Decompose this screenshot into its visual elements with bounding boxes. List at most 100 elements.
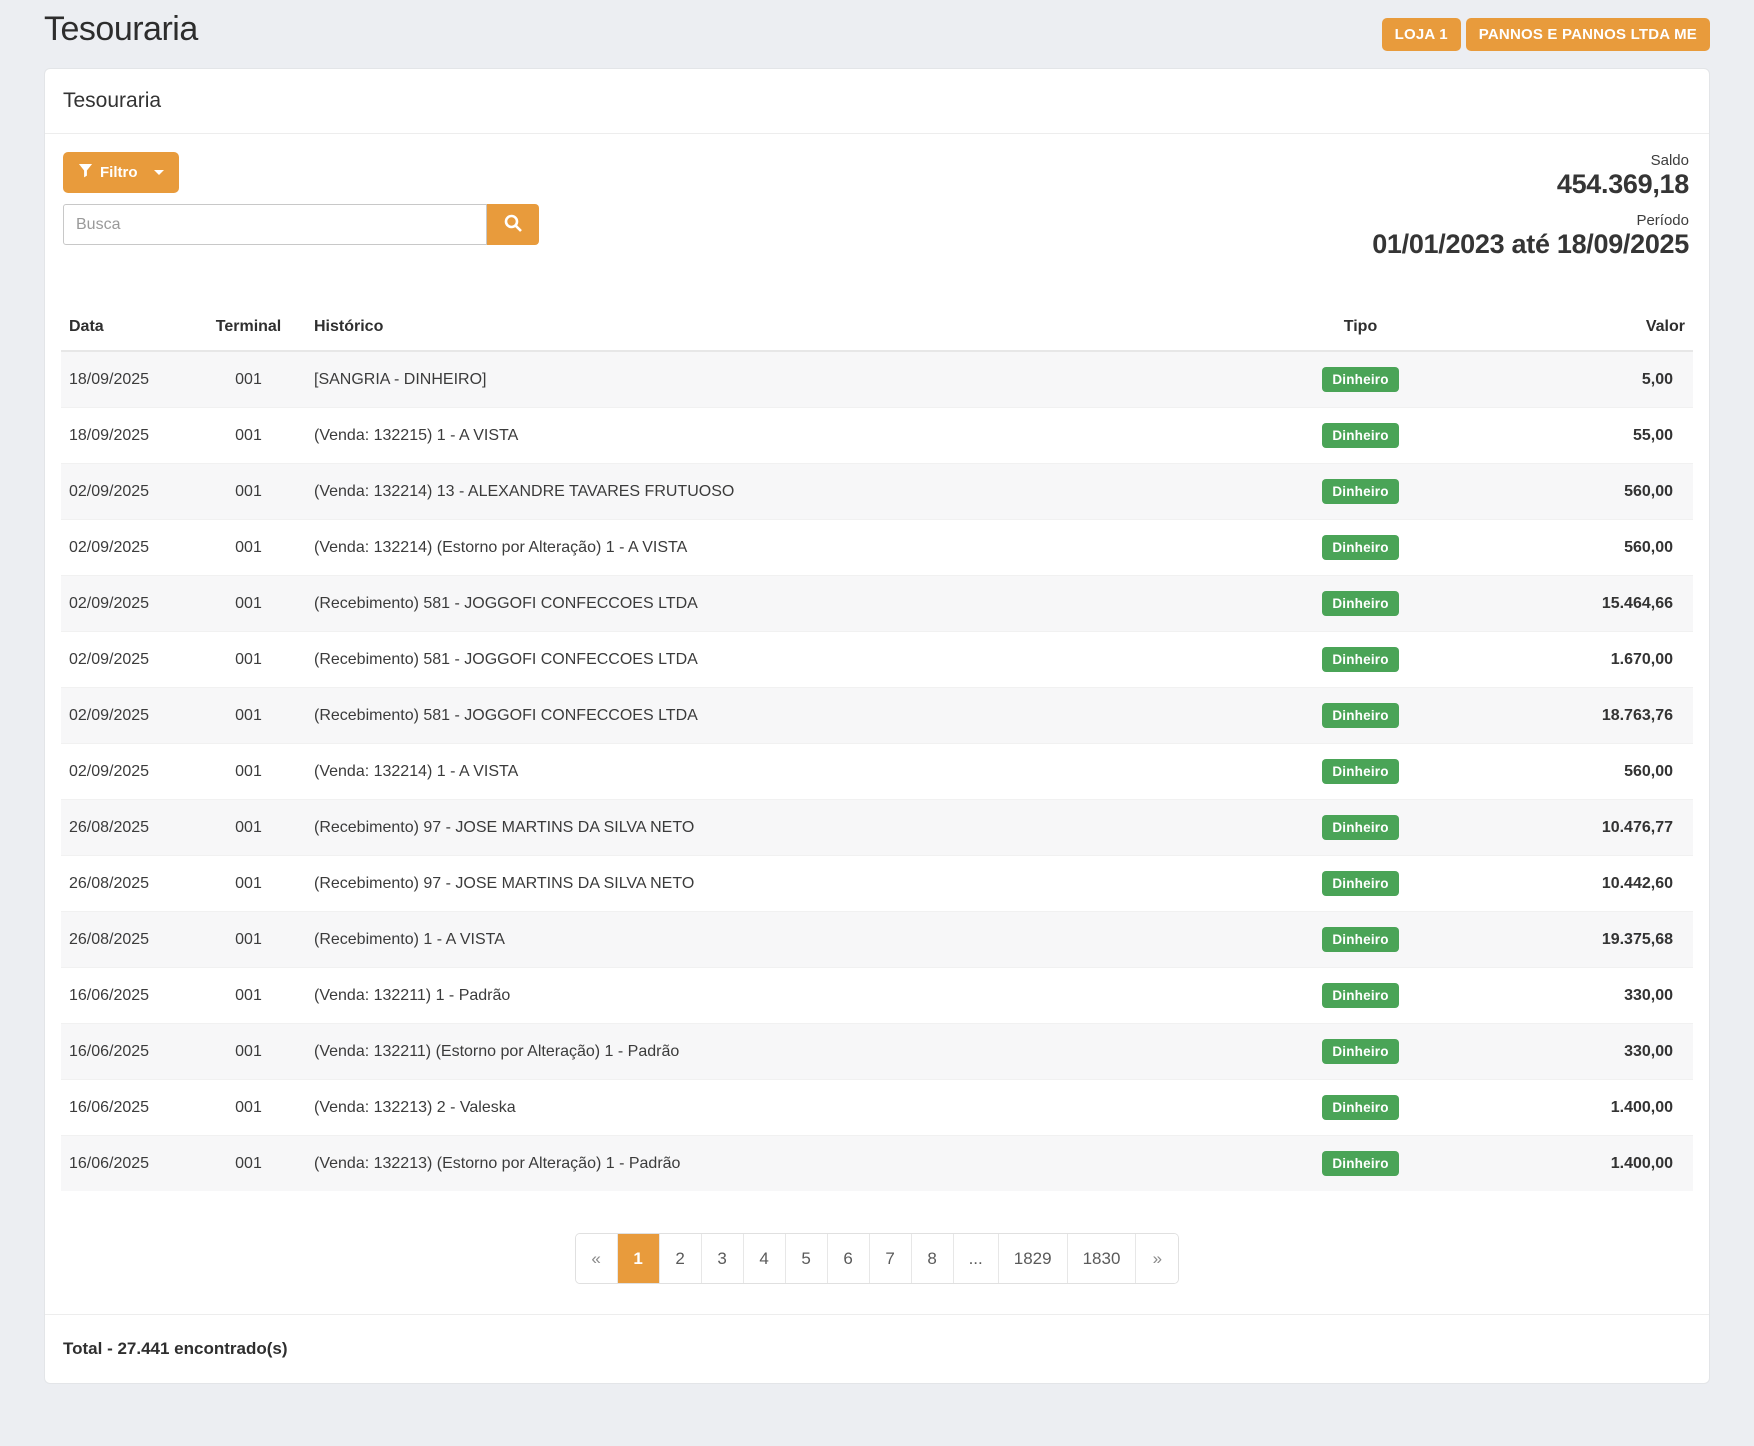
table-row: 26/08/2025001(Recebimento) 1 - A VISTADi…	[61, 912, 1693, 968]
filter-button[interactable]: Filtro	[63, 152, 179, 193]
pagination-page-7[interactable]: 7	[870, 1234, 912, 1283]
pagination-page-1829[interactable]: 1829	[999, 1234, 1068, 1283]
pagination-page-1830[interactable]: 1830	[1068, 1234, 1137, 1283]
tipo-badge: Dinheiro	[1322, 983, 1398, 1008]
table-row: 02/09/2025001(Recebimento) 581 - JOGGOFI…	[61, 688, 1693, 744]
pagination-page-8[interactable]: 8	[912, 1234, 954, 1283]
cell-terminal: 001	[191, 576, 306, 632]
cell-historico: (Recebimento) 581 - JOGGOFI CONFECCOES L…	[306, 632, 1263, 688]
cell-terminal: 001	[191, 912, 306, 968]
cell-valor: 19.375,68	[1458, 912, 1693, 968]
tipo-badge: Dinheiro	[1322, 1039, 1398, 1064]
cell-historico: (Venda: 132215) 1 - A VISTA	[306, 408, 1263, 464]
cell-tipo: Dinheiro	[1263, 1136, 1458, 1192]
periodo-block: Período 01/01/2023 até 18/09/2025	[1372, 212, 1689, 260]
col-header-valor: Valor	[1458, 308, 1693, 351]
saldo-block: Saldo 454.369,18	[1372, 152, 1689, 200]
pagination-page-4[interactable]: 4	[744, 1234, 786, 1283]
cell-terminal: 001	[191, 520, 306, 576]
cell-data: 18/09/2025	[61, 351, 191, 408]
cell-data: 26/08/2025	[61, 912, 191, 968]
cell-terminal: 001	[191, 1024, 306, 1080]
cell-data: 18/09/2025	[61, 408, 191, 464]
cell-valor: 1.670,00	[1458, 632, 1693, 688]
card-title: Tesouraria	[45, 69, 1709, 134]
cell-terminal: 001	[191, 408, 306, 464]
table-header: Data Terminal Histórico Tipo Valor	[61, 308, 1693, 351]
cell-data: 02/09/2025	[61, 688, 191, 744]
pagination-page-2[interactable]: 2	[660, 1234, 702, 1283]
table-row: 16/06/2025001(Venda: 132211) (Estorno po…	[61, 1024, 1693, 1080]
cell-valor: 55,00	[1458, 408, 1693, 464]
cell-valor: 1.400,00	[1458, 1080, 1693, 1136]
funnel-icon	[78, 163, 93, 182]
cell-tipo: Dinheiro	[1263, 688, 1458, 744]
cell-historico: (Venda: 132213) 2 - Valeska	[306, 1080, 1263, 1136]
topbar: Tesouraria LOJA 1 PANNOS E PANNOS LTDA M…	[44, 0, 1710, 68]
cell-historico: (Recebimento) 97 - JOSE MARTINS DA SILVA…	[306, 800, 1263, 856]
cell-valor: 18.763,76	[1458, 688, 1693, 744]
cell-historico: (Venda: 132214) 1 - A VISTA	[306, 744, 1263, 800]
cell-tipo: Dinheiro	[1263, 351, 1458, 408]
cell-terminal: 001	[191, 632, 306, 688]
pagination-wrap: «12345678...18291830»	[61, 1233, 1693, 1284]
cell-historico: (Venda: 132211) (Estorno por Alteração) …	[306, 1024, 1263, 1080]
cell-terminal: 001	[191, 856, 306, 912]
table-row: 26/08/2025001(Recebimento) 97 - JOSE MAR…	[61, 800, 1693, 856]
pagination-next[interactable]: »	[1136, 1234, 1178, 1283]
search-group	[63, 204, 539, 245]
cell-valor: 330,00	[1458, 968, 1693, 1024]
transactions-table: Data Terminal Histórico Tipo Valor 18/09…	[61, 308, 1693, 1191]
pagination-page-5[interactable]: 5	[786, 1234, 828, 1283]
tipo-badge: Dinheiro	[1322, 591, 1398, 616]
tipo-badge: Dinheiro	[1322, 423, 1398, 448]
tipo-badge: Dinheiro	[1322, 815, 1398, 840]
cell-valor: 5,00	[1458, 351, 1693, 408]
pagination-page-3[interactable]: 3	[702, 1234, 744, 1283]
tipo-badge: Dinheiro	[1322, 871, 1398, 896]
cell-terminal: 001	[191, 1136, 306, 1192]
table-body: 18/09/2025001[SANGRIA - DINHEIRO]Dinheir…	[61, 351, 1693, 1191]
col-header-terminal: Terminal	[191, 308, 306, 351]
tipo-badge: Dinheiro	[1322, 1095, 1398, 1120]
company-button[interactable]: PANNOS E PANNOS LTDA ME	[1466, 18, 1710, 51]
table-row: 16/06/2025001(Venda: 132211) 1 - PadrãoD…	[61, 968, 1693, 1024]
search-button[interactable]	[487, 204, 539, 245]
cell-terminal: 001	[191, 688, 306, 744]
cell-valor: 560,00	[1458, 520, 1693, 576]
cell-tipo: Dinheiro	[1263, 1080, 1458, 1136]
cell-tipo: Dinheiro	[1263, 576, 1458, 632]
cell-valor: 1.400,00	[1458, 1136, 1693, 1192]
cell-valor: 10.442,60	[1458, 856, 1693, 912]
pagination-page-1[interactable]: 1	[618, 1234, 660, 1283]
table-row: 02/09/2025001(Venda: 132214) (Estorno po…	[61, 520, 1693, 576]
page-title: Tesouraria	[44, 10, 198, 49]
cell-historico: (Venda: 132214) 13 - ALEXANDRE TAVARES F…	[306, 464, 1263, 520]
cell-data: 16/06/2025	[61, 1024, 191, 1080]
cell-tipo: Dinheiro	[1263, 800, 1458, 856]
cell-valor: 330,00	[1458, 1024, 1693, 1080]
cell-tipo: Dinheiro	[1263, 1024, 1458, 1080]
summary-panel: Saldo 454.369,18 Período 01/01/2023 até …	[1372, 152, 1693, 260]
store-button[interactable]: LOJA 1	[1382, 18, 1461, 51]
total-count: Total - 27.441 encontrado(s)	[45, 1314, 1709, 1383]
cell-historico: [SANGRIA - DINHEIRO]	[306, 351, 1263, 408]
table-row: 26/08/2025001(Recebimento) 97 - JOSE MAR…	[61, 856, 1693, 912]
pagination-page-6[interactable]: 6	[828, 1234, 870, 1283]
topbar-buttons: LOJA 1 PANNOS E PANNOS LTDA ME	[1382, 10, 1710, 51]
saldo-label: Saldo	[1372, 152, 1689, 169]
table-row: 02/09/2025001(Venda: 132214) 1 - A VISTA…	[61, 744, 1693, 800]
cell-data: 26/08/2025	[61, 856, 191, 912]
cell-terminal: 001	[191, 464, 306, 520]
cell-tipo: Dinheiro	[1263, 408, 1458, 464]
table-row: 18/09/2025001[SANGRIA - DINHEIRO]Dinheir…	[61, 351, 1693, 408]
search-input[interactable]	[63, 204, 487, 245]
cell-tipo: Dinheiro	[1263, 744, 1458, 800]
pagination-ellipsis[interactable]: ...	[954, 1234, 999, 1283]
table-row: 02/09/2025001(Recebimento) 581 - JOGGOFI…	[61, 632, 1693, 688]
table-row: 02/09/2025001(Recebimento) 581 - JOGGOFI…	[61, 576, 1693, 632]
cell-tipo: Dinheiro	[1263, 632, 1458, 688]
tipo-badge: Dinheiro	[1322, 367, 1398, 392]
cell-data: 02/09/2025	[61, 576, 191, 632]
pagination-prev[interactable]: «	[576, 1234, 618, 1283]
